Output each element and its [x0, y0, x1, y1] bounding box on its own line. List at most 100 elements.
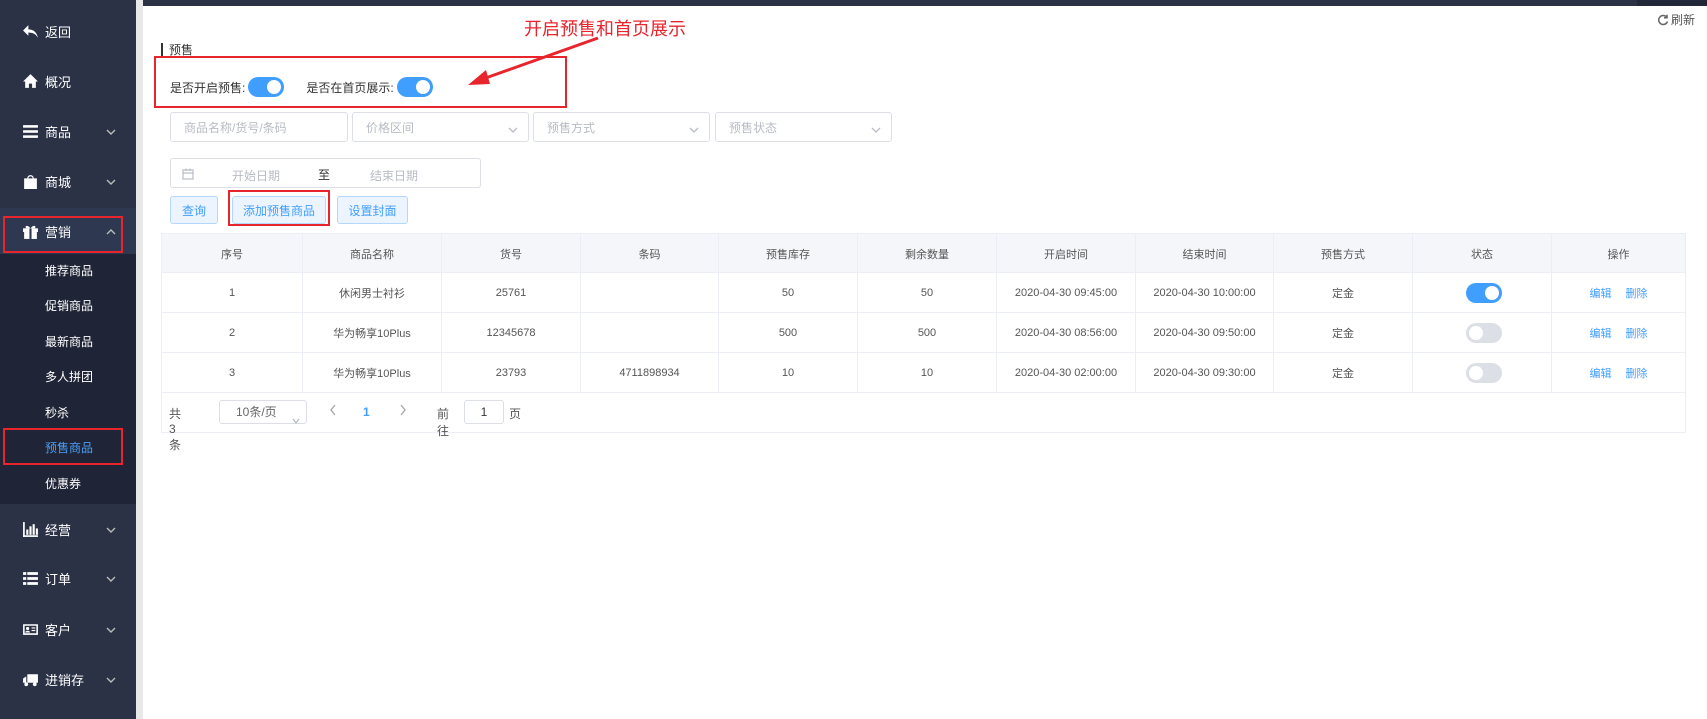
sidebar-item-mall[interactable]: 商城 [0, 158, 136, 204]
sidebar-item-label: 客户 [45, 622, 72, 638]
prev-page-button[interactable] [329, 404, 341, 418]
column-header: 预售库存 [719, 234, 858, 273]
cell-start-time: 2020-04-30 08:56:00 [997, 313, 1136, 352]
back-arrow-icon [21, 22, 39, 40]
cell-status [1413, 273, 1552, 312]
status-toggle[interactable] [1465, 362, 1502, 383]
status-toggle[interactable] [1465, 322, 1502, 343]
query-button[interactable]: 查询 [170, 196, 218, 224]
search-input[interactable]: 商品名称/货号/条码 [170, 112, 348, 142]
cell-start-time: 2020-04-30 09:45:00 [997, 273, 1136, 312]
sidebar-item-orders[interactable]: 订单 [0, 555, 136, 601]
cell-index: 2 [162, 313, 303, 352]
id-card-icon [21, 620, 39, 638]
chevron-down-icon [106, 572, 116, 582]
set-cover-button[interactable]: 设置封面 [337, 196, 408, 224]
delete-link[interactable]: 删除 [1626, 365, 1648, 381]
start-date-input[interactable]: 开始日期 [232, 167, 280, 184]
cell-actions: 编辑 删除 [1552, 313, 1685, 352]
chevron-down-icon [106, 623, 116, 633]
sidebar-item-inventory[interactable]: 进销存 [0, 656, 136, 702]
column-header: 预售方式 [1274, 234, 1413, 273]
submenu-item-recommended[interactable]: 推荐商品 [0, 254, 136, 289]
chevron-down-icon [292, 409, 300, 431]
homepage-toggle-label: 是否在首页展示: [306, 80, 394, 95]
highlight-box-presale-menu [3, 428, 123, 465]
chevron-right-icon [400, 404, 406, 416]
sidebar-item-label: 进销存 [45, 672, 85, 688]
shopping-bag-icon [21, 172, 39, 190]
submenu-item-group-buy[interactable]: 多人拼团 [0, 360, 136, 395]
presale-table: 序号 商品名称 货号 条码 预售库存 剩余数量 开启时间 结束时间 预售方式 状… [161, 233, 1686, 433]
home-icon [21, 72, 39, 90]
sidebar-item-label: 商城 [45, 174, 72, 190]
table-row: 1 休闲男士衬衫 25761 50 50 2020-04-30 09:45:00… [162, 273, 1685, 313]
presale-toggle[interactable] [248, 77, 285, 97]
sidebar-item-operations[interactable]: 经营 [0, 506, 136, 552]
sidebar-item-overview[interactable]: 概况 [0, 58, 136, 104]
cell-end-time: 2020-04-30 10:00:00 [1136, 273, 1274, 312]
edit-link[interactable]: 编辑 [1590, 325, 1612, 341]
presale-toggle-label: 是否开启预售: [170, 80, 246, 95]
chevron-down-icon [871, 123, 881, 133]
refresh-label: 刷新 [1670, 13, 1695, 27]
submenu-item-coupons[interactable]: 优惠券 [0, 467, 136, 502]
price-range-select[interactable]: 价格区间 [352, 112, 529, 142]
goto-label: 前往 [437, 407, 450, 438]
sidebar-item-label: 经营 [45, 522, 72, 538]
chevron-down-icon [106, 125, 116, 135]
sidebar-item-customers[interactable]: 客户 [0, 606, 136, 652]
table-row: 3 华为畅享10Plus 23793 4711898934 10 10 2020… [162, 353, 1685, 393]
sidebar-item-label: 概况 [45, 74, 72, 90]
presale-status-select[interactable]: 预售状态 [715, 112, 892, 142]
sidebar-item-label: 订单 [45, 571, 72, 587]
column-header: 状态 [1413, 234, 1552, 273]
homepage-toggle[interactable] [396, 77, 433, 97]
chevron-down-icon [106, 175, 116, 185]
delete-link[interactable]: 删除 [1626, 325, 1648, 341]
sidebar-gutter [136, 0, 143, 719]
pagination-total: 共 3 条 [169, 407, 182, 452]
cell-remaining: 500 [858, 313, 997, 352]
table-row: 2 华为畅享10Plus 12345678 500 500 2020-04-30… [162, 313, 1685, 353]
status-toggle[interactable] [1465, 282, 1502, 303]
marketing-submenu: 推荐商品 促销商品 最新商品 多人拼团 秒杀 预售商品 优惠券 [0, 254, 136, 504]
column-header: 条码 [581, 234, 719, 273]
end-date-input[interactable]: 结束日期 [370, 167, 418, 184]
cell-name: 华为畅享10Plus [303, 313, 442, 352]
page-title: 预售 [161, 43, 193, 57]
presale-method-select[interactable]: 预售方式 [533, 112, 710, 142]
edit-link[interactable]: 编辑 [1590, 285, 1612, 301]
date-range-picker[interactable]: 开始日期 至 结束日期 [170, 158, 481, 188]
sidebar-item-products[interactable]: 商品 [0, 108, 136, 154]
top-bar-stub [1637, 0, 1707, 6]
current-page[interactable]: 1 [363, 405, 370, 419]
presale-method-placeholder: 预售方式 [547, 120, 596, 135]
submenu-item-flash-sale[interactable]: 秒杀 [0, 396, 136, 431]
page-size-select[interactable]: 10条/页 [219, 400, 307, 425]
chevron-down-icon [508, 123, 518, 133]
goto-page-input[interactable]: 1 [464, 400, 504, 424]
submenu-item-newest[interactable]: 最新商品 [0, 325, 136, 360]
cell-end-time: 2020-04-30 09:50:00 [1136, 313, 1274, 352]
table-header: 序号 商品名称 货号 条码 预售库存 剩余数量 开启时间 结束时间 预售方式 状… [162, 234, 1685, 273]
presale-status-placeholder: 预售状态 [729, 120, 778, 135]
next-page-button[interactable] [399, 404, 411, 418]
edit-link[interactable]: 编辑 [1590, 365, 1612, 381]
sidebar-item-label: 商品 [45, 124, 72, 140]
list-icon [21, 569, 39, 587]
cell-stock: 500 [719, 313, 858, 352]
cell-name: 休闲男士衬衫 [303, 273, 442, 312]
refresh-button[interactable]: 刷新 [1657, 11, 1695, 28]
chevron-down-icon [689, 123, 699, 133]
cell-sku: 23793 [442, 353, 581, 392]
sidebar-item-back[interactable]: 返回 [0, 8, 136, 54]
add-presale-button[interactable]: 添加预售商品 [232, 196, 326, 224]
cell-index: 3 [162, 353, 303, 392]
column-header: 货号 [442, 234, 581, 273]
cell-stock: 10 [719, 353, 858, 392]
delete-link[interactable]: 删除 [1626, 285, 1648, 301]
column-header: 开启时间 [997, 234, 1136, 273]
cell-sku: 25761 [442, 273, 581, 312]
submenu-item-promotion[interactable]: 促销商品 [0, 289, 136, 324]
